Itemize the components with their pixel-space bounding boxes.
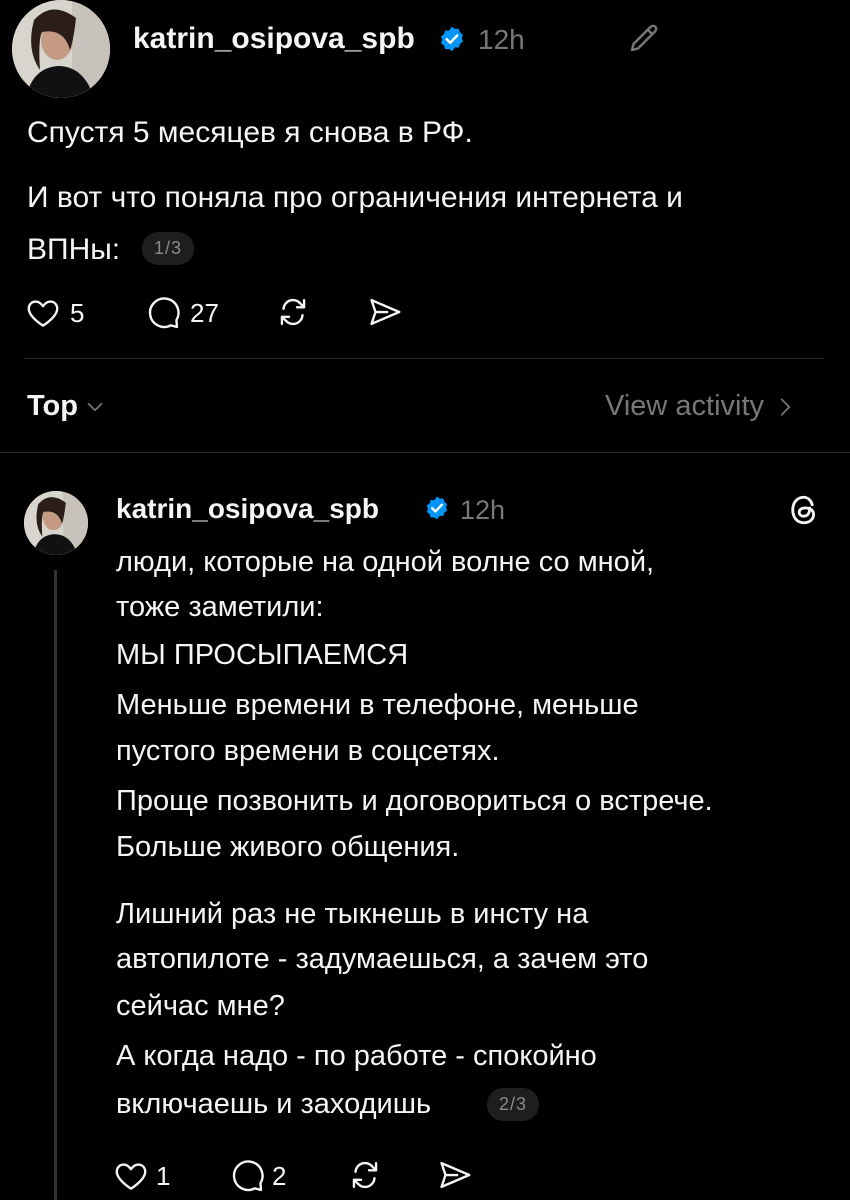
divider xyxy=(0,452,850,453)
repost-button[interactable] xyxy=(346,1156,384,1194)
comment-icon xyxy=(232,1160,264,1192)
post-text-line: Спустя 5 месяцев я снова в РФ. xyxy=(27,116,473,149)
repost-button[interactable] xyxy=(274,293,312,331)
repost-icon xyxy=(280,298,306,326)
post-time: 12h xyxy=(460,495,506,525)
post-text-line: автопилоте - задумаешься, а зачем это xyxy=(116,943,649,975)
heart-icon xyxy=(115,1163,147,1190)
post-time: 12h xyxy=(478,24,525,55)
view-activity-label: View activity xyxy=(605,390,765,422)
verified-badge-icon xyxy=(438,25,466,53)
share-icon xyxy=(440,1161,471,1189)
verified-badge-icon xyxy=(424,495,450,521)
avatar[interactable] xyxy=(12,0,110,98)
chevron-down-icon xyxy=(87,402,103,411)
heart-icon xyxy=(27,300,59,327)
comment-button[interactable]: 2 xyxy=(228,1156,286,1196)
chevron-right-icon xyxy=(780,398,791,415)
sort-label: Top xyxy=(27,390,78,422)
view-activity-link[interactable]: View activity xyxy=(605,390,798,423)
post-text-line: люди, которые на одной волне со мной, xyxy=(116,546,655,578)
threads-logo-icon[interactable] xyxy=(786,492,822,528)
post-text-line: ВПНы: xyxy=(27,233,121,266)
username[interactable]: katrin_osipova_spb xyxy=(133,20,415,58)
share-button[interactable] xyxy=(436,1156,474,1194)
sort-dropdown[interactable]: Top xyxy=(27,390,108,423)
post-text-line: тоже заметили: xyxy=(116,591,324,623)
thread-line xyxy=(54,570,57,1200)
comment-count: 27 xyxy=(190,297,219,328)
post-text-line: сейчас мне? xyxy=(116,990,285,1022)
thread-position-badge: 2/3 xyxy=(487,1088,540,1121)
like-button[interactable]: 5 xyxy=(24,293,84,333)
post-text-line: Меньше времени в телефоне, меньше xyxy=(116,689,639,721)
post-text-line: пустого времени в соцсетях. xyxy=(116,735,500,767)
post-text-line: Лишний раз не тыкнешь в инсту на xyxy=(116,898,589,930)
share-icon xyxy=(370,298,401,326)
pencil-icon[interactable] xyxy=(626,20,662,56)
post-text-line: Проще позвонить и договориться о встрече… xyxy=(116,785,713,817)
like-button[interactable]: 1 xyxy=(112,1156,170,1196)
comment-icon xyxy=(148,297,180,329)
post-text-line: А когда надо - по работе - спокойно xyxy=(116,1040,597,1072)
share-button[interactable] xyxy=(366,293,404,331)
thread-position-badge: 1/3 xyxy=(142,232,195,265)
post-text-line: Больше живого общения. xyxy=(116,831,460,863)
like-count: 5 xyxy=(70,297,85,328)
comment-button[interactable]: 27 xyxy=(144,293,219,333)
post-text-line: МЫ ПРОСЫПАЕМСЯ xyxy=(116,639,409,671)
like-count: 1 xyxy=(156,1160,171,1191)
divider xyxy=(24,358,824,359)
post-text-line: включаешь и заходишь xyxy=(116,1088,432,1120)
avatar[interactable] xyxy=(24,491,88,555)
comment-count: 2 xyxy=(272,1160,287,1191)
username[interactable]: katrin_osipova_spb xyxy=(116,492,379,526)
repost-icon xyxy=(352,1161,378,1189)
post-text-line: И вот что поняла про ограничения интерне… xyxy=(27,181,683,214)
